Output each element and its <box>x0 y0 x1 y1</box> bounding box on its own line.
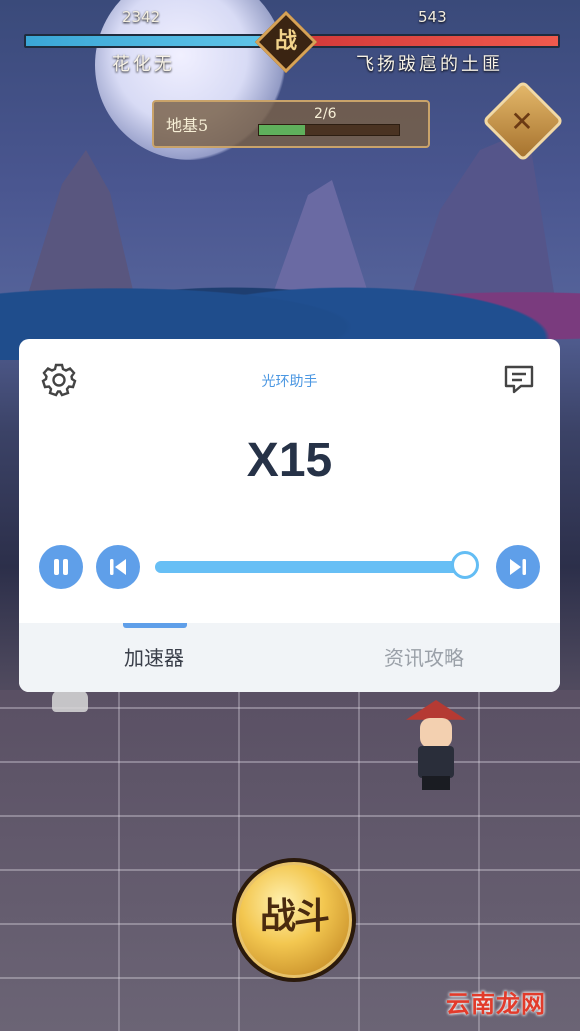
player-hp-value: 2342 <box>122 8 161 26</box>
enemy-body <box>418 746 454 778</box>
tab-news-guides[interactable]: 资讯攻略 <box>289 623 559 692</box>
vs-label: 战 <box>274 28 297 54</box>
enemy-face <box>420 718 452 748</box>
speed-helper-panel: 光环助手 X15 加速器 资讯攻略 <box>19 339 560 692</box>
speed-slider-track[interactable] <box>155 561 469 573</box>
increase-speed-button[interactable] <box>496 545 540 589</box>
speed-slider-thumb[interactable] <box>451 551 479 579</box>
decrease-speed-button[interactable] <box>96 545 140 589</box>
panel-tabs: 加速器 资讯攻略 <box>19 623 560 692</box>
level-progress-fill <box>259 125 306 135</box>
player-name: 花化无 <box>112 54 175 75</box>
enemy-hp-value: 543 <box>418 8 447 26</box>
skip-forward-icon <box>510 559 526 575</box>
enemy-hp-bar <box>304 34 560 48</box>
skip-back-icon <box>110 559 126 575</box>
speed-multiplier: X15 <box>246 434 333 487</box>
player-hp-bar <box>24 34 280 48</box>
enemy-legs <box>422 776 450 790</box>
tab-accelerator[interactable]: 加速器 <box>19 623 289 692</box>
pause-button[interactable] <box>39 545 83 589</box>
level-progress-box: 地基5 2/6 <box>152 100 430 148</box>
crossed-swords-icon: ✕ <box>510 105 534 138</box>
panel-title: 光环助手 <box>261 374 318 390</box>
speed-slider-fill <box>155 561 469 573</box>
fight-button-label: 战斗 <box>259 895 330 937</box>
player-character <box>52 690 88 712</box>
level-label: 地基5 <box>166 116 209 135</box>
enemy-name: 飞扬跋扈的土匪 <box>356 54 503 75</box>
level-progress-track <box>258 124 400 136</box>
battle-hud: 2342 543 战 花化无 飞扬跋扈的土匪 <box>0 0 580 80</box>
message-icon[interactable] <box>501 361 537 397</box>
pause-icon <box>54 559 68 575</box>
panel-header: 光环助手 <box>19 339 560 419</box>
watermark: 云南龙网 <box>446 990 546 1018</box>
level-progress-text: 2/6 <box>314 106 337 122</box>
enemy-character <box>404 700 468 792</box>
